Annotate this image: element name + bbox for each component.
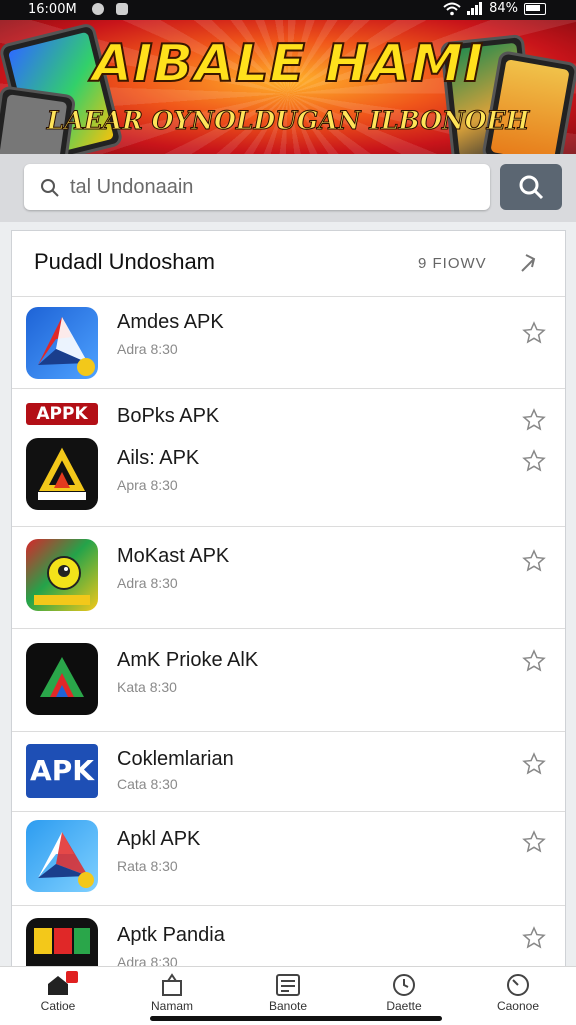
app-name: Apkl APK (117, 828, 201, 850)
app-list-card: Pudadl Undosham 9 FIOWV Amdes APK Adra 8… (11, 230, 566, 967)
star-icon[interactable] (522, 449, 546, 473)
app-icon (26, 438, 98, 510)
search-placeholder: tal Undonaain (70, 176, 194, 198)
search-input[interactable]: tal Undonaain (24, 164, 490, 210)
list-item[interactable]: MoKast APK Adra 8:30 (12, 527, 565, 629)
list-item[interactable]: AmK Prioke AlK Kata 8:30 (12, 629, 565, 732)
gauge-icon (507, 974, 529, 996)
search-icon (519, 175, 544, 200)
star-icon[interactable] (522, 830, 546, 854)
battery-icon (524, 2, 546, 15)
app-subtitle: Kata 8:30 (117, 679, 177, 695)
nav-label: Catioe (40, 999, 76, 1013)
app-icon-text: APK (30, 754, 94, 787)
signal-icon (467, 2, 483, 15)
banner-title: AIBALE HAMI (91, 33, 485, 95)
search-icon (41, 179, 59, 197)
list-icon (276, 974, 300, 996)
wifi-icon (443, 2, 461, 15)
star-icon[interactable] (522, 926, 546, 950)
chevron-right-icon[interactable] (514, 249, 542, 277)
status-time: 16:00M (28, 2, 77, 17)
app-subtitle: Rata 8:30 (117, 858, 178, 874)
app-name: AmK Prioke AlK (117, 649, 259, 671)
banner-subtitle: LAEAR OYNOLDUGAN ILBONOEH (46, 106, 530, 136)
app-subtitle: Cata 8:30 (117, 776, 178, 792)
section-header: Pudadl Undosham 9 FIOWV (12, 231, 565, 297)
app-subtitle: Adra 8:30 (117, 575, 178, 591)
star-icon[interactable] (522, 408, 546, 432)
notification-badge (66, 971, 78, 983)
promo-banner[interactable]: AIBALE HAMI LAEAR OYNOLDUGAN ILBONOEH (0, 20, 576, 154)
search-bar: tal Undonaain (0, 154, 576, 222)
list-item[interactable]: Apkl APK Rata 8:30 (12, 812, 565, 906)
app-icon: APK (26, 744, 98, 798)
app-name: MoKast APK (117, 545, 230, 567)
settings-icon (92, 3, 104, 15)
bag-icon (162, 973, 182, 996)
apk-badge: APPK (26, 403, 98, 425)
clock-icon (393, 974, 415, 996)
section-title: Pudadl Undosham (34, 249, 216, 274)
list-item[interactable]: Aptk Pandia Adra 8:30 (12, 906, 565, 966)
star-icon[interactable] (522, 649, 546, 673)
app-name: Aptk Pandia (117, 924, 225, 946)
nav-label: Namam (150, 999, 193, 1013)
search-button[interactable] (500, 164, 562, 210)
list-item[interactable]: APPK BoPks APK Ails: APK Apra 8:30 (12, 389, 565, 527)
nav-item-shop[interactable]: Namam (124, 971, 220, 1013)
battery-percent: 84% (489, 1, 518, 16)
list-item[interactable]: APK Coklemlarian Cata 8:30 (12, 732, 565, 812)
app-name: BoPks APK (117, 405, 220, 427)
home-indicator[interactable] (150, 1016, 442, 1021)
nav-item-history[interactable]: Daette (356, 971, 452, 1013)
see-more-link[interactable]: 9 FIOWV (418, 255, 487, 272)
app-name: Ails: APK (117, 447, 200, 469)
app-icon (26, 539, 98, 611)
app-subtitle: Adra 8:30 (117, 341, 178, 357)
star-icon[interactable] (522, 321, 546, 345)
list-item[interactable]: Amdes APK Adra 8:30 (12, 297, 565, 389)
nav-item-stats[interactable]: Caonoe (470, 971, 566, 1013)
notification-icon (116, 3, 128, 15)
app-icon (26, 307, 98, 379)
nav-item-list[interactable]: Banote (240, 971, 336, 1013)
nav-label: Banote (268, 999, 308, 1013)
star-icon[interactable] (522, 752, 546, 776)
app-icon (26, 643, 98, 715)
app-name: Amdes APK (117, 311, 224, 333)
nav-label: Daette (386, 999, 422, 1013)
star-icon[interactable] (522, 549, 546, 573)
nav-item-home[interactable]: Catioe (10, 971, 106, 1013)
app-name: Coklemlarian (117, 748, 234, 770)
app-subtitle: Apra 8:30 (117, 477, 178, 493)
status-bar: 16:00M 84% (0, 0, 576, 20)
nav-label: Caonoe (496, 999, 540, 1013)
app-icon (26, 918, 98, 966)
app-icon (26, 820, 98, 892)
